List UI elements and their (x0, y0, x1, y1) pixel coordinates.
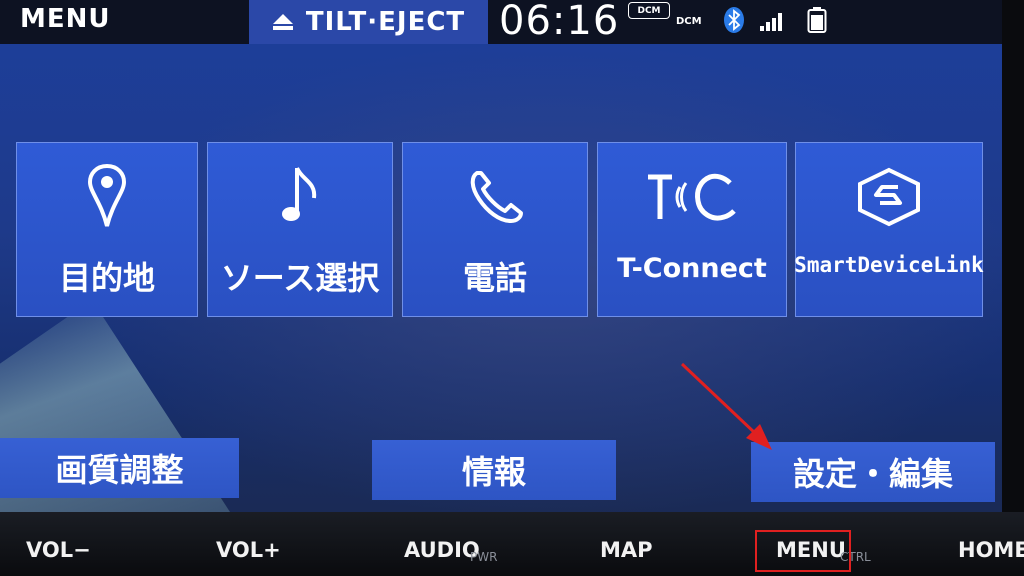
dcm-badge: DCM (628, 2, 670, 19)
battery-icon (807, 7, 827, 33)
tile-label: SmartDeviceLink (794, 253, 984, 277)
tile-tconnect[interactable]: T-Connect (597, 142, 787, 317)
tile-label: 目的地 (58, 259, 155, 297)
tile-label: T-Connect (617, 253, 767, 284)
tilt-eject-label: TILT·EJECT (305, 7, 466, 37)
dcm-label: DCM (676, 16, 702, 27)
vol-up-button[interactable]: VOL+ (216, 538, 281, 562)
signal-icon (760, 13, 782, 31)
picture-quality-button[interactable]: 画質調整 (0, 438, 239, 498)
pwr-label: PWR (470, 550, 498, 564)
tile-label: ソース選択 (220, 259, 380, 297)
phone-icon (470, 171, 523, 223)
smartdevicelink-icon (858, 167, 920, 227)
vol-down-button[interactable]: VOL− (26, 538, 91, 562)
device-bezel-right (1002, 0, 1024, 512)
status-bar: MENU TILT·EJECT 06:16 DCM DCM (0, 0, 1002, 44)
home-button[interactable]: HOME (958, 538, 1024, 562)
menu-highlight-box (755, 530, 851, 572)
bluetooth-icon (724, 7, 744, 33)
touchscreen: MENU TILT·EJECT 06:16 DCM DCM 目的地 ソース選択 … (0, 0, 1002, 512)
clock: 06:16 (499, 0, 620, 44)
map-button[interactable]: MAP (600, 538, 653, 562)
info-button[interactable]: 情報 (372, 440, 616, 500)
tile-source-select[interactable]: ソース選択 (207, 142, 393, 317)
tile-label: 電話 (462, 259, 527, 297)
tile-phone[interactable]: 電話 (402, 142, 588, 317)
screen-title: MENU (20, 4, 111, 34)
eject-icon (272, 14, 293, 30)
location-pin-icon (87, 164, 127, 227)
hardware-button-strip (0, 512, 1024, 576)
tilt-eject-button[interactable]: TILT·EJECT (249, 0, 488, 44)
tile-smartdevicelink[interactable]: SmartDeviceLink (794, 142, 984, 317)
tile-destination[interactable]: 目的地 (16, 142, 198, 317)
music-note-icon (282, 167, 317, 221)
audio-button[interactable]: AUDIO (404, 538, 480, 562)
settings-edit-button[interactable]: 設定・編集 (751, 442, 995, 502)
tconnect-logo-icon (648, 173, 736, 221)
